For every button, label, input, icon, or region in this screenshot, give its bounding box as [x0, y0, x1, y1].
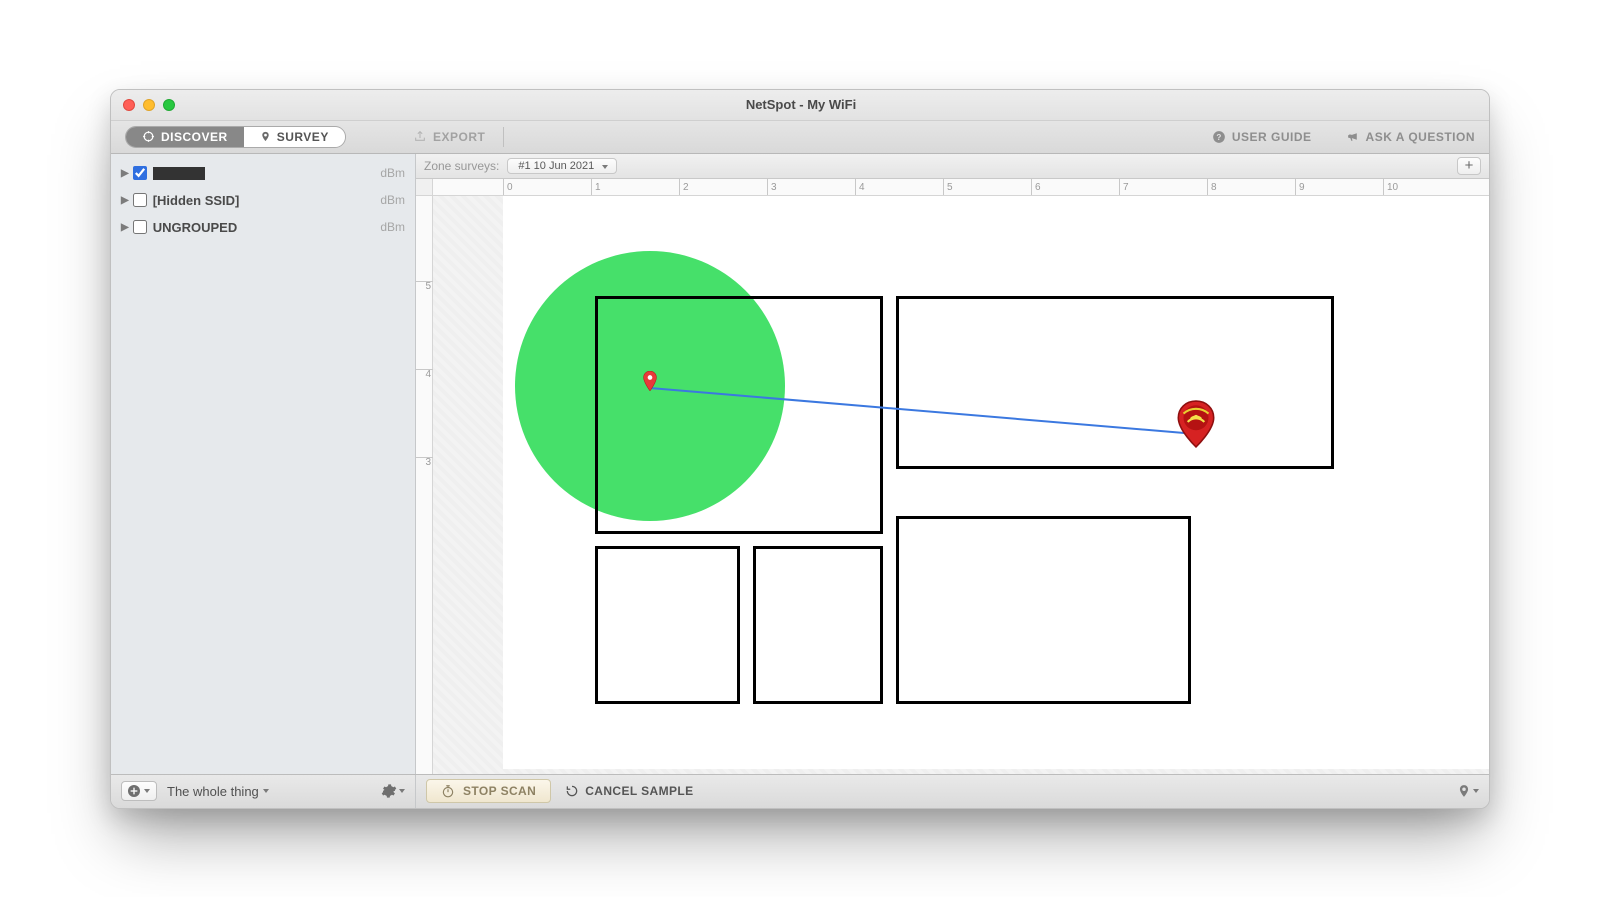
undo-icon [565, 784, 579, 798]
ruler-tick: 6 [1031, 179, 1041, 195]
pin-menu-button[interactable] [1457, 783, 1479, 799]
ruler-tick: 1 [591, 179, 601, 195]
chevron-down-icon [263, 789, 269, 793]
network-checkbox[interactable] [133, 193, 147, 207]
chevron-down-icon [399, 789, 405, 793]
export-label: EXPORT [433, 130, 485, 144]
ruler-tick: 3 [767, 179, 777, 195]
network-name-redacted [153, 167, 205, 180]
main-panel: Zone surveys: #1 10 Jun 2021 + 0 1 2 3 4… [416, 154, 1489, 774]
add-button[interactable] [121, 781, 157, 801]
stop-scan-button[interactable]: STOP SCAN [426, 779, 551, 803]
help-icon: ? [1212, 130, 1226, 144]
target-icon [142, 130, 155, 143]
tab-survey-label: SURVEY [277, 130, 329, 144]
titlebar: NetSpot - My WiFi [111, 90, 1489, 121]
ruler-horizontal: 0 1 2 3 4 5 6 7 8 9 10 [416, 179, 1489, 196]
sample-point-pin[interactable] [643, 371, 657, 396]
tab-discover[interactable]: DISCOVER [126, 127, 244, 147]
room-rect [753, 546, 883, 704]
survey-sub-toolbar: Zone surveys: #1 10 Jun 2021 + [416, 154, 1489, 179]
room-rect [896, 516, 1191, 704]
ruler-tick: 5 [943, 179, 953, 195]
window-title: NetSpot - My WiFi [125, 97, 1477, 112]
network-checkbox[interactable] [133, 220, 147, 234]
app-body: ▶ dBm ▶ [Hidden SSID] dBm ▶ UNGROUPED dB… [111, 154, 1489, 774]
pin-icon [260, 130, 271, 143]
svg-text:?: ? [1216, 132, 1221, 141]
cancel-sample-label: CANCEL SAMPLE [585, 784, 693, 798]
megaphone-icon [1346, 130, 1360, 143]
scope-label: The whole thing [167, 784, 259, 799]
ruler-tick: 0 [503, 179, 513, 195]
ask-question-label: ASK A QUESTION [1366, 130, 1475, 144]
ruler-vertical: 5 4 3 [416, 196, 433, 774]
app-window: NetSpot - My WiFi DISCOVER [110, 89, 1490, 809]
chevron-down-icon [1473, 789, 1479, 793]
survey-selector-value: #1 10 Jun 2021 [518, 160, 594, 172]
chevron-down-icon [144, 789, 150, 793]
ruler-tick: 7 [1119, 179, 1129, 195]
ruler-tick: 4 [416, 369, 433, 380]
room-rect [595, 546, 740, 704]
survey-canvas[interactable] [433, 196, 1489, 774]
room-rect [595, 296, 883, 534]
survey-selector[interactable]: #1 10 Jun 2021 [507, 158, 617, 174]
network-item[interactable]: ▶ dBm [111, 160, 415, 187]
ruler-tick: 2 [679, 179, 689, 195]
canvas-area: 5 4 3 [416, 196, 1489, 774]
signal-unit: dBm [380, 220, 405, 234]
plus-circle-icon [126, 783, 142, 799]
tab-discover-label: DISCOVER [161, 130, 228, 144]
chevron-right-icon: ▶ [121, 222, 129, 233]
ruler-tick: 5 [416, 281, 433, 292]
signal-unit: dBm [380, 193, 405, 207]
network-item[interactable]: ▶ UNGROUPED dBm [111, 214, 415, 241]
user-guide-label: USER GUIDE [1232, 130, 1312, 144]
ruler-tick: 9 [1295, 179, 1305, 195]
network-item[interactable]: ▶ [Hidden SSID] dBm [111, 187, 415, 214]
signal-unit: dBm [380, 166, 405, 180]
network-name: [Hidden SSID] [153, 193, 240, 208]
bottom-toolbar: The whole thing STOP SCAN C [111, 774, 1489, 808]
network-checkbox[interactable] [133, 166, 147, 180]
pin-icon [1457, 783, 1471, 799]
export-icon [413, 130, 427, 143]
toolbar-divider [503, 127, 504, 147]
gear-icon [381, 783, 397, 799]
ruler-tick: 3 [416, 457, 433, 468]
network-sidebar: ▶ dBm ▶ [Hidden SSID] dBm ▶ UNGROUPED dB… [111, 154, 416, 774]
ruler-tick: 10 [1383, 179, 1398, 195]
mode-segmented-control: DISCOVER SURVEY [125, 126, 346, 148]
export-button: EXPORT [413, 130, 485, 144]
chevron-right-icon: ▶ [121, 195, 129, 206]
user-guide-button[interactable]: ? USER GUIDE [1212, 130, 1312, 144]
tab-survey[interactable]: SURVEY [244, 127, 345, 147]
stop-scan-label: STOP SCAN [463, 784, 536, 798]
network-list: ▶ dBm ▶ [Hidden SSID] dBm ▶ UNGROUPED dB… [111, 154, 415, 241]
main-toolbar: DISCOVER SURVEY EXPORT [111, 121, 1489, 154]
scope-selector[interactable]: The whole thing [167, 784, 269, 799]
ruler-tick: 8 [1207, 179, 1217, 195]
access-point-marker[interactable] [1175, 399, 1217, 454]
ruler-tick: 4 [855, 179, 865, 195]
add-survey-button[interactable]: + [1457, 157, 1481, 175]
cancel-sample-button[interactable]: CANCEL SAMPLE [565, 784, 693, 798]
ask-question-button[interactable]: ASK A QUESTION [1346, 130, 1475, 144]
zone-surveys-label: Zone surveys: [424, 159, 499, 173]
room-rect [896, 296, 1334, 469]
network-name: UNGROUPED [153, 220, 238, 235]
stopwatch-icon [441, 784, 455, 798]
settings-button[interactable] [381, 783, 405, 799]
chevron-right-icon: ▶ [121, 168, 129, 179]
